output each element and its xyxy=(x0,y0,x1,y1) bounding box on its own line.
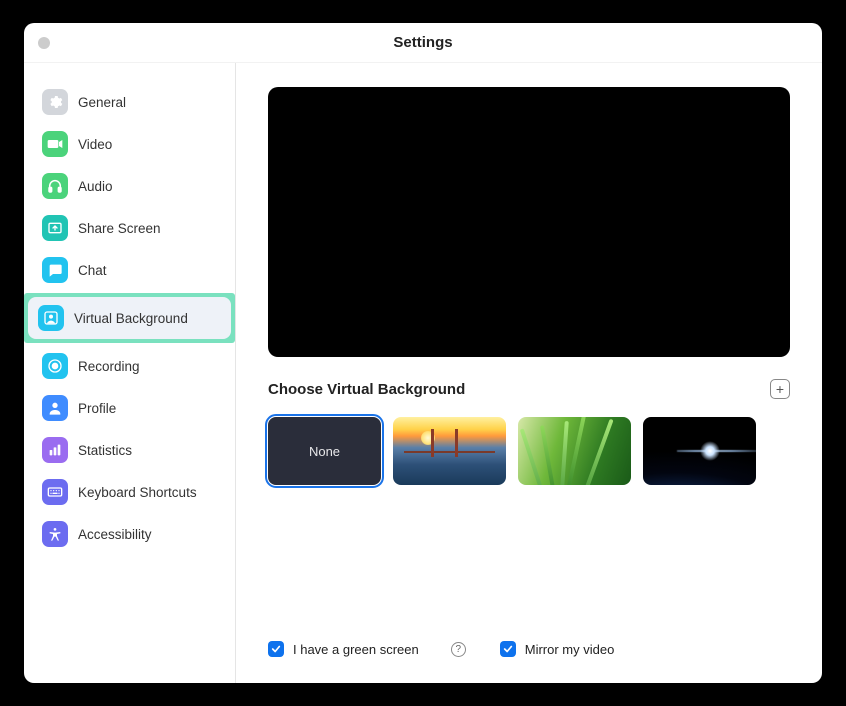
sidebar-item-share-screen[interactable]: Share Screen xyxy=(36,207,223,249)
gear-icon xyxy=(42,89,68,115)
accessibility-icon xyxy=(42,521,68,547)
keyboard-icon xyxy=(42,479,68,505)
record-icon xyxy=(42,353,68,379)
background-thumbnails: None xyxy=(268,417,790,485)
sidebar-item-recording[interactable]: Recording xyxy=(36,345,223,387)
portrait-icon xyxy=(38,305,64,331)
checkbox-checked-icon xyxy=(500,641,516,657)
titlebar: Settings xyxy=(24,23,822,63)
chat-icon xyxy=(42,257,68,283)
main-panel: Choose Virtual Background + None I have … xyxy=(236,63,822,683)
sidebar-item-label: Chat xyxy=(78,263,107,278)
sidebar-item-audio[interactable]: Audio xyxy=(36,165,223,207)
window-body: General Video Audio Share Screen Chat Virtual… xyxy=(24,63,822,683)
options-row: I have a green screen ? Mirror my video xyxy=(268,621,790,663)
sidebar-item-label: Keyboard Shortcuts xyxy=(78,485,197,500)
sidebar-item-label: Recording xyxy=(78,359,140,374)
sidebar-item-label: Accessibility xyxy=(78,527,152,542)
sidebar-item-label: Virtual Background xyxy=(74,311,188,326)
sidebar-item-virtual-background[interactable]: Virtual Background xyxy=(28,297,231,339)
green-screen-checkbox[interactable]: I have a green screen xyxy=(268,641,419,657)
plus-icon: + xyxy=(776,382,784,396)
mirror-video-checkbox[interactable]: Mirror my video xyxy=(500,641,615,657)
settings-sidebar: General Video Audio Share Screen Chat Virtual… xyxy=(24,63,236,683)
bg-thumb-none[interactable]: None xyxy=(268,417,381,485)
sidebar-item-statistics[interactable]: Statistics xyxy=(36,429,223,471)
sidebar-item-label: Profile xyxy=(78,401,116,416)
video-icon xyxy=(42,131,68,157)
mirror-video-label: Mirror my video xyxy=(525,642,615,657)
subtitle-row: Choose Virtual Background + xyxy=(268,379,790,399)
settings-window: Settings General Video Audio Share Screen Ch… xyxy=(24,23,822,683)
window-title: Settings xyxy=(393,34,452,51)
bg-thumb-bridge[interactable] xyxy=(393,417,506,485)
bg-thumb-none-label: None xyxy=(309,444,340,459)
sidebar-item-chat[interactable]: Chat xyxy=(36,249,223,291)
help-icon[interactable]: ? xyxy=(451,642,466,657)
sidebar-item-label: General xyxy=(78,95,126,110)
share-icon xyxy=(42,215,68,241)
checkbox-checked-icon xyxy=(268,641,284,657)
bg-thumb-grass[interactable] xyxy=(518,417,631,485)
sidebar-item-label: Audio xyxy=(78,179,113,194)
sidebar-item-general[interactable]: General xyxy=(36,81,223,123)
user-icon xyxy=(42,395,68,421)
choose-bg-heading: Choose Virtual Background xyxy=(268,381,465,398)
sidebar-item-video[interactable]: Video xyxy=(36,123,223,165)
sidebar-item-accessibility[interactable]: Accessibility xyxy=(36,513,223,555)
sidebar-item-profile[interactable]: Profile xyxy=(36,387,223,429)
sidebar-item-label: Statistics xyxy=(78,443,132,458)
add-background-button[interactable]: + xyxy=(770,379,790,399)
bg-thumb-earth[interactable] xyxy=(643,417,756,485)
green-screen-label: I have a green screen xyxy=(293,642,419,657)
headphones-icon xyxy=(42,173,68,199)
sidebar-item-label: Video xyxy=(78,137,112,152)
video-preview xyxy=(268,87,790,357)
window-close-button[interactable] xyxy=(38,37,50,49)
sidebar-item-label: Share Screen xyxy=(78,221,161,236)
sidebar-item-keyboard-shortcuts[interactable]: Keyboard Shortcuts xyxy=(36,471,223,513)
stats-icon xyxy=(42,437,68,463)
